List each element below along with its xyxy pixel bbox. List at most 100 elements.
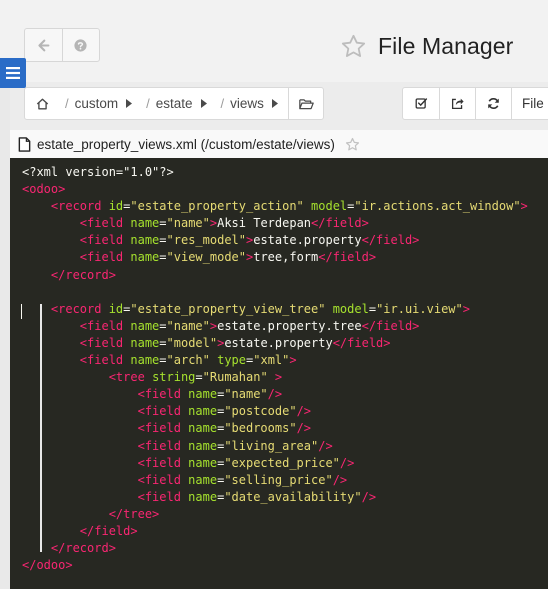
code-line[interactable]: <field name="res_model">estate.property<… xyxy=(22,232,528,249)
code-token: <odoo> xyxy=(22,182,66,197)
code-line[interactable]: <odoo> xyxy=(22,181,528,198)
share-button[interactable] xyxy=(439,88,475,119)
file-menu-button[interactable]: File xyxy=(511,88,544,119)
code-token: = xyxy=(159,233,167,248)
menu-toggle-button[interactable] xyxy=(0,58,26,88)
file-tab: estate_property_views.xml (/custom/estat… xyxy=(10,130,548,158)
code-line[interactable]: <record id="estate_property_action" mode… xyxy=(22,198,528,215)
code-line[interactable]: <?xml version="1.0"?> xyxy=(22,164,528,181)
code-line[interactable]: <field name="selling_price"/> xyxy=(22,472,528,489)
code-token: /> xyxy=(296,404,312,419)
help-button[interactable] xyxy=(61,29,99,61)
code-token: string xyxy=(152,370,196,385)
code-token: <field xyxy=(137,438,189,453)
code-line[interactable]: <field name="expected_price"/> xyxy=(22,455,528,472)
code-token: </field> xyxy=(318,250,377,265)
code-token: "name" xyxy=(166,318,210,333)
refresh-button[interactable] xyxy=(475,88,511,119)
code-token: > xyxy=(462,301,470,316)
code-token: name xyxy=(188,438,218,453)
code-token: name xyxy=(188,421,218,436)
star-outline-icon[interactable] xyxy=(345,137,360,152)
code-token: </record> xyxy=(50,267,116,282)
code-token: "Rumahan" xyxy=(202,370,268,385)
code-token: name xyxy=(188,455,218,470)
code-token: = xyxy=(159,353,167,368)
code-line[interactable]: </tree> xyxy=(22,506,528,523)
code-line[interactable]: <field name="name"/> xyxy=(22,386,528,403)
code-line[interactable]: <field name="living_area"/> xyxy=(22,438,528,455)
favorite-star-icon[interactable] xyxy=(340,31,370,61)
code-line[interactable]: </record> xyxy=(22,267,528,284)
code-token: <field xyxy=(79,233,131,248)
code-token: </field> xyxy=(361,318,420,333)
code-line[interactable] xyxy=(22,284,528,301)
code-line[interactable]: <field name="arch" type="xml"> xyxy=(22,352,528,369)
code-token: <field xyxy=(79,318,131,333)
code-line[interactable]: <record id = "estate_property_view_tree" m… xyxy=(22,301,528,318)
breadcrumb-item-custom[interactable]: custom xyxy=(75,96,119,111)
code-token: id xyxy=(108,301,124,316)
code-token: = xyxy=(195,370,203,385)
question-circle-icon xyxy=(74,38,88,52)
left-gutter xyxy=(0,0,10,589)
code-token: name xyxy=(130,216,160,231)
code-line[interactable]: <tree string="Rumahan" > xyxy=(22,369,528,386)
code-token: "arch" xyxy=(166,353,210,368)
hamburger-icon xyxy=(6,67,20,79)
breadcrumb-home[interactable] xyxy=(25,98,59,110)
code-token: estate.property xyxy=(253,233,362,248)
caret-right-icon[interactable] xyxy=(126,99,133,108)
code-token: </record> xyxy=(50,541,116,556)
code-line[interactable]: </record> xyxy=(22,540,528,557)
breadcrumb-item-views[interactable]: views xyxy=(230,96,264,111)
code-token: "view_mode" xyxy=(166,250,246,265)
code-line[interactable]: </odoo> xyxy=(22,557,528,574)
open-folder-button[interactable] xyxy=(288,88,324,119)
back-button[interactable] xyxy=(25,29,62,61)
caret-right-icon[interactable] xyxy=(271,99,278,108)
code-token: <field xyxy=(137,421,189,436)
code-token: <field xyxy=(137,404,189,419)
code-token: "res_model" xyxy=(166,233,246,248)
code-line[interactable]: <field name="view_mode">tree,form</field… xyxy=(22,249,528,266)
code-line[interactable]: <field name="name">Aksi Terdepan</field> xyxy=(22,215,528,232)
code-token: </field> xyxy=(79,523,138,538)
code-line[interactable]: <field name="bedrooms"/> xyxy=(22,420,528,437)
code-token: <field xyxy=(137,387,189,402)
caret-right-icon[interactable] xyxy=(200,99,207,108)
code-line[interactable]: </field> xyxy=(22,523,528,540)
breadcrumb-item-estate[interactable]: estate xyxy=(156,96,193,111)
code-editor[interactable]: <?xml version="1.0"?> <odoo> <record id="… xyxy=(10,158,548,589)
code-token: name xyxy=(188,472,218,487)
code-token: /> xyxy=(296,421,312,436)
code-line[interactable]: <field name="name">estate.property.tree<… xyxy=(22,318,528,335)
code-token: "xml" xyxy=(253,353,290,368)
code-line[interactable]: <field name="model">estate.property</fie… xyxy=(22,335,528,352)
header-bar: File Manager xyxy=(0,0,548,82)
code-token: type xyxy=(217,353,247,368)
slash-separator: / xyxy=(146,96,150,111)
code-line[interactable]: <field name="date_availability"/> xyxy=(22,489,528,506)
code-token: = xyxy=(368,301,377,316)
code-token: "name" xyxy=(224,387,268,402)
code-token: = xyxy=(159,250,167,265)
code-line[interactable]: <field name="postcode"/> xyxy=(22,403,528,420)
code-token: "bedrooms" xyxy=(224,421,297,436)
share-square-icon xyxy=(451,98,464,110)
code-content[interactable]: <?xml version="1.0"?> <odoo> <record id="… xyxy=(22,164,528,574)
select-button[interactable] xyxy=(403,88,439,119)
slash-separator: / xyxy=(220,96,225,111)
code-token: <field xyxy=(137,472,189,487)
